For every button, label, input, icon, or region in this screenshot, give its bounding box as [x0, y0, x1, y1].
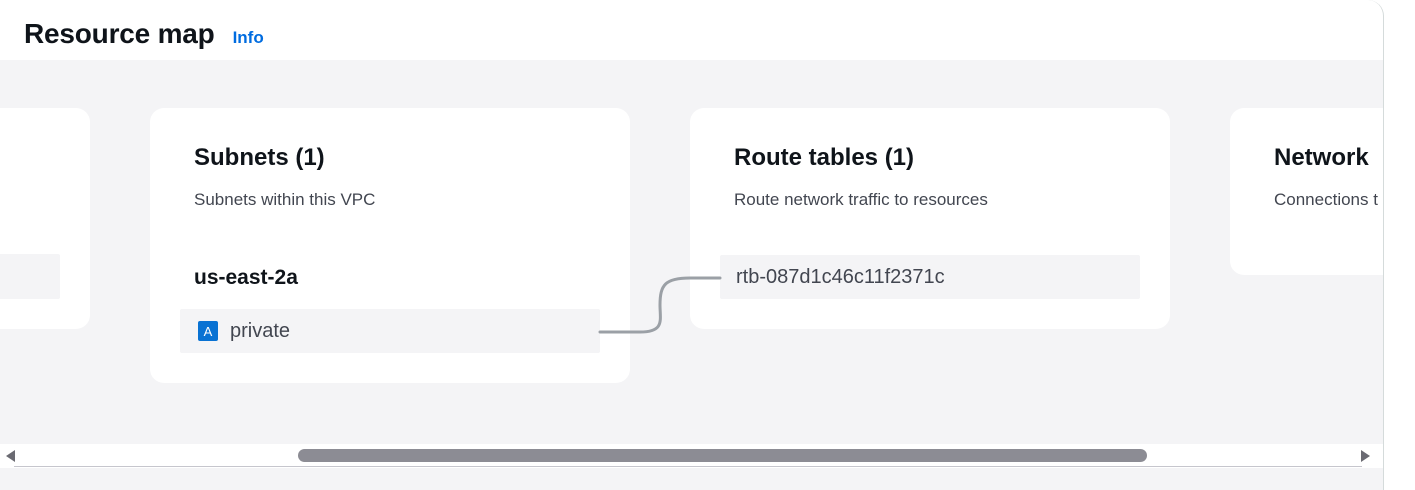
page-title: Resource map: [24, 18, 215, 49]
network-connections-description: Connections t: [1274, 190, 1378, 209]
info-link[interactable]: Info: [233, 28, 264, 48]
route-table-item[interactable]: rtb-087d1c46c11f2371c: [720, 255, 1140, 299]
subnet-item-label: private: [230, 319, 291, 342]
availability-zone-label: us-east-2a: [194, 266, 298, 289]
subnets-description: Subnets within this VPC: [194, 190, 376, 209]
resource-map-panel: Resource map Info Subnets (1) Subnets wi…: [0, 0, 1384, 490]
scrollbar-thumb[interactable]: [298, 449, 1147, 462]
resource-map-canvas: Subnets (1) Subnets within this VPC us-e…: [0, 60, 1383, 444]
horizontal-scrollbar[interactable]: [0, 444, 1383, 468]
page-gutter: [1384, 0, 1415, 490]
route-table-id: rtb-087d1c46c11f2371c: [736, 265, 945, 288]
panel-header: Resource map Info: [24, 18, 264, 58]
scroll-right-icon[interactable]: [1361, 450, 1370, 462]
subnet-item-private[interactable]: A private: [180, 309, 600, 353]
route-tables-card: Route tables (1) Route network traffic t…: [690, 108, 1170, 329]
scroll-left-icon[interactable]: [6, 450, 15, 462]
vpc-item[interactable]: [0, 254, 60, 299]
availability-zone-badge-icon: A: [198, 321, 218, 341]
scrollbar-track: [14, 466, 1362, 467]
panel-footer-strip: [0, 468, 1383, 490]
network-connections-card: Network Connections t: [1230, 108, 1383, 275]
subnets-card: Subnets (1) Subnets within this VPC us-e…: [150, 108, 630, 383]
vpc-card: [0, 108, 90, 329]
route-tables-title: Route tables (1): [734, 144, 915, 171]
route-tables-description: Route network traffic to resources: [734, 190, 988, 209]
network-connections-title: Network: [1274, 144, 1369, 171]
subnets-title: Subnets (1): [194, 144, 325, 171]
